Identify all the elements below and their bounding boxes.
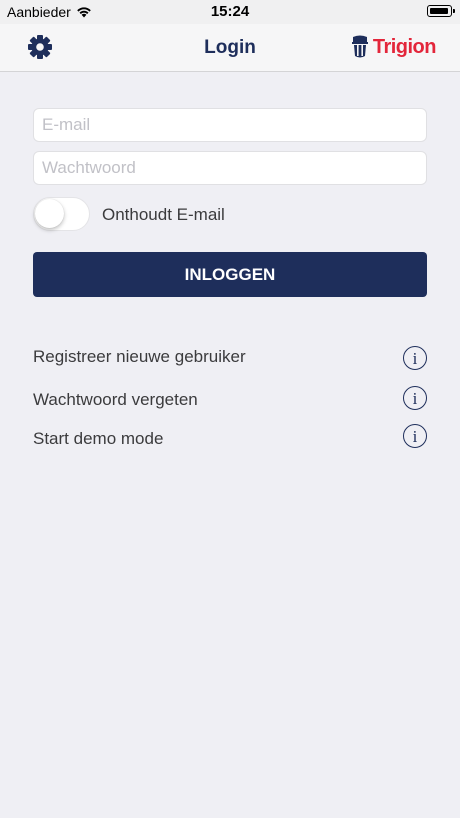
clock-time: 15:24 [210, 3, 250, 20]
start-demo-mode-label: Start demo mode [33, 429, 164, 448]
brand-name: Trigion [372, 35, 437, 58]
remember-email-toggle[interactable] [33, 197, 90, 231]
remember-email-label: Onthoudt E-mail [102, 205, 225, 224]
forgot-password-label: Wachtwoord vergeten [33, 390, 198, 409]
register-new-user-link[interactable]: Registreer nieuwe gebruiker i [33, 343, 427, 371]
info-icon[interactable]: i [403, 424, 427, 448]
trigion-logo: Trigion [350, 34, 437, 60]
guard-emblem-icon [351, 35, 368, 58]
toggle-knob [35, 199, 64, 228]
password-field[interactable] [33, 151, 427, 185]
start-demo-mode-link[interactable]: Start demo mode i [33, 424, 427, 453]
battery-icon [427, 5, 455, 17]
status-bar: Aanbieder 15:24 [0, 0, 460, 24]
navigation-bar: Login Trigion [0, 24, 460, 72]
info-icon[interactable]: i [403, 346, 427, 370]
login-button[interactable]: INLOGGEN [33, 252, 427, 297]
info-icon[interactable]: i [403, 386, 427, 410]
email-field[interactable] [33, 108, 427, 142]
forgot-password-link[interactable]: Wachtwoord vergeten i [33, 386, 427, 414]
register-new-user-label: Registreer nieuwe gebruiker [33, 347, 246, 366]
